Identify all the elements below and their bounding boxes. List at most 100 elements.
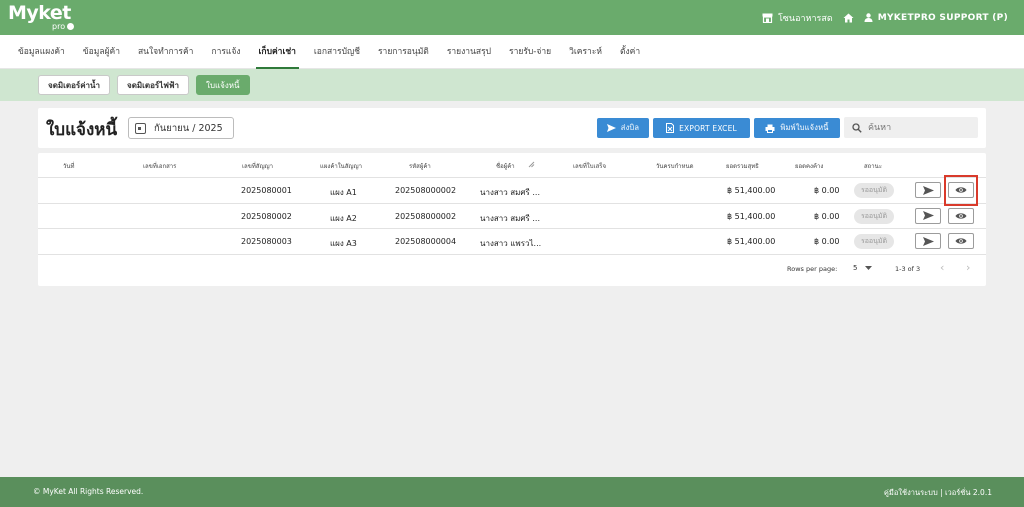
net-total-cell: ฿ 51,400.00 (727, 211, 776, 221)
subtab-electric-meter[interactable]: จดมิเตอร์ไฟฟ้า (117, 75, 190, 95)
col-date[interactable]: วันที่ (63, 161, 74, 171)
col-status[interactable]: สถานะ (864, 161, 882, 171)
subtab-invoice[interactable]: ใบแจ้งหนี้ (196, 75, 250, 95)
top-right-menu: โซนอาหารสด MYKETPRO SUPPORT (P) (762, 0, 1008, 35)
home-icon (843, 13, 854, 22)
logo-sub: pro (52, 22, 75, 31)
vendor-name-cell: นางสาว แพรวไ... (480, 239, 542, 248)
shop-selector[interactable]: โซนอาหารสด (762, 11, 833, 25)
logo-sub-text: pro (52, 22, 66, 31)
print-invoice-button[interactable]: พิมพ์ใบแจ้งหนี้ (754, 118, 840, 138)
vendor-name-cell: นางสาว สมศรี ... (480, 188, 540, 197)
tab-settings[interactable]: ตั้งค่า (611, 35, 649, 69)
logo-wordmark: Myket (8, 2, 71, 24)
rows-per-page-label: Rows per page: (787, 265, 838, 273)
send-row-button[interactable] (915, 233, 941, 249)
page-title: ใบแจ้งหนี้ (46, 120, 118, 140)
send-row-button[interactable] (915, 182, 941, 198)
col-due-date[interactable]: วันครบกำหนด (656, 161, 693, 171)
user-menu[interactable]: MYKETPRO SUPPORT (P) (864, 13, 1008, 23)
search-input[interactable] (868, 122, 968, 133)
highlight-box (944, 175, 978, 206)
col-net-total[interactable]: ยอดรวมสุทธิ (726, 161, 759, 171)
sub-nav: จดมิเตอร์ค่าน้ำ จดมิเตอร์ไฟฟ้า ใบแจ้งหนี… (0, 69, 1024, 101)
send-icon (606, 124, 616, 132)
pagination: Rows per page: 5 1-3 of 3 ‹ › (38, 259, 986, 281)
col-vendor-code[interactable]: รหัสผู้ค้า (409, 161, 431, 171)
send-bill-button[interactable]: ส่งบิล (597, 118, 649, 138)
view-row-button[interactable] (948, 207, 974, 224)
column-resize-icon[interactable] (528, 161, 535, 170)
vendor-name-cell: นางสาว สมศรี ... (480, 213, 540, 223)
month-value: กันยายน / 2025 (154, 122, 223, 134)
col-doc-no[interactable]: เลขที่เอกสาร (143, 161, 176, 171)
stall-cell: แผง A3 (330, 239, 357, 248)
search-icon (852, 122, 862, 133)
send-icon (922, 185, 934, 195)
tab-reports[interactable]: รายงานสรุป (438, 35, 500, 69)
month-picker[interactable]: กันยายน / 2025 (128, 117, 234, 139)
table-row[interactable]: 2025080003 แผง A3 202508000004 นางสาว แพ… (38, 229, 986, 255)
shop-label: โซนอาหารสด (777, 13, 833, 24)
vendor-code-cell: 202508000002 (395, 211, 457, 221)
col-stall[interactable]: แผงค้าในสัญญา (320, 161, 362, 171)
send-row-button[interactable] (915, 207, 941, 224)
copyright-text: © MyKet All Rights Reserved. (33, 487, 144, 496)
col-outstanding[interactable]: ยอดคงค้าง (795, 161, 823, 171)
outstanding-cell: ฿ 0.00 (814, 186, 840, 195)
vendor-code-cell: 202508000002 (395, 186, 457, 195)
myket-logo[interactable]: Myket pro (8, 3, 78, 33)
contract-no-cell: 2025080002 (241, 211, 292, 221)
vendor-code-cell: 202508000004 (395, 237, 457, 246)
user-label: MYKETPRO SUPPORT (P) (877, 12, 1008, 23)
main-nav: ข้อมูลแผงค้า ข้อมูลผู้ค้า สนใจทำการค้า ก… (0, 35, 1024, 69)
tab-vendor-stalls[interactable]: ข้อมูลแผงค้า (9, 35, 74, 69)
table-row[interactable]: 2025080002 แผง A2 202508000002 นางสาว สม… (38, 204, 986, 229)
tab-accounting-docs[interactable]: เอกสารบัญชี (305, 35, 369, 69)
export-excel-label: EXPORT EXCEL (679, 123, 737, 133)
tab-approvals[interactable]: รายการอนุมัติ (369, 35, 438, 69)
view-row-button[interactable] (948, 233, 974, 249)
table-row[interactable]: 2025080001 แผง A1 202508000002 นางสาว สม… (38, 178, 986, 204)
col-receipt-no[interactable]: เลขที่ใบเสร็จ (573, 161, 606, 171)
top-bar: Myket pro โซนอาหารสด MYKETPRO SUPPORT (P… (0, 0, 1024, 35)
next-page-button[interactable]: › (966, 261, 970, 274)
prev-page-button[interactable]: ‹ (940, 261, 944, 274)
status-badge: รออนุมัติ (854, 208, 894, 224)
contract-no-cell: 2025080003 (241, 237, 292, 246)
contract-no-cell: 2025080001 (241, 186, 292, 195)
status-badge: รออนุมัติ (854, 234, 894, 249)
send-icon (922, 211, 934, 220)
outstanding-cell: ฿ 0.00 (814, 237, 840, 246)
outstanding-cell: ฿ 0.00 (814, 211, 840, 221)
col-vendor-name[interactable]: ชื่อผู้ค้า (496, 161, 515, 171)
manual-version-link[interactable]: คู่มือใช้งานระบบ | เวอร์ชั่น 2.0.1 (884, 487, 992, 499)
export-excel-button[interactable]: EXPORT EXCEL (653, 118, 750, 138)
stall-cell: แผง A2 (330, 213, 357, 223)
home-button[interactable] (843, 13, 854, 23)
tab-income-expense[interactable]: รายรับ-จ่าย (500, 35, 560, 69)
stall-cell: แผง A1 (330, 188, 357, 197)
rows-per-page-select[interactable]: 5 (853, 264, 873, 272)
tab-analytics[interactable]: วิเคราะห์ (560, 35, 611, 69)
store-icon (762, 13, 773, 23)
tab-rent-collection[interactable]: เก็บค่าเช่า (250, 35, 305, 69)
rows-per-page-value: 5 (853, 264, 858, 272)
printer-icon (765, 124, 775, 133)
user-icon (864, 13, 873, 22)
logo-dot-icon (67, 23, 75, 30)
col-contract-no[interactable]: เลขที่สัญญา (242, 161, 273, 171)
tab-interested[interactable]: สนใจทำการค้า (129, 35, 202, 69)
send-icon (922, 236, 934, 246)
page-range: 1-3 of 3 (895, 265, 921, 273)
eye-icon (955, 212, 967, 219)
tab-notifications[interactable]: การแจ้ง (202, 35, 249, 69)
print-invoice-label: พิมพ์ใบแจ้งหนี้ (780, 123, 829, 132)
table-header: วันที่ เลขที่เอกสาร เลขที่สัญญา แผงค้าใน… (38, 153, 986, 178)
subtab-water-meter[interactable]: จดมิเตอร์ค่าน้ำ (38, 75, 110, 95)
chevron-down-icon (865, 266, 873, 270)
invoice-table: วันที่ เลขที่เอกสาร เลขที่สัญญา แผงค้าใน… (38, 153, 986, 286)
search-box (844, 117, 978, 138)
net-total-cell: ฿ 51,400.00 (727, 186, 776, 195)
tab-vendors[interactable]: ข้อมูลผู้ค้า (74, 35, 129, 69)
